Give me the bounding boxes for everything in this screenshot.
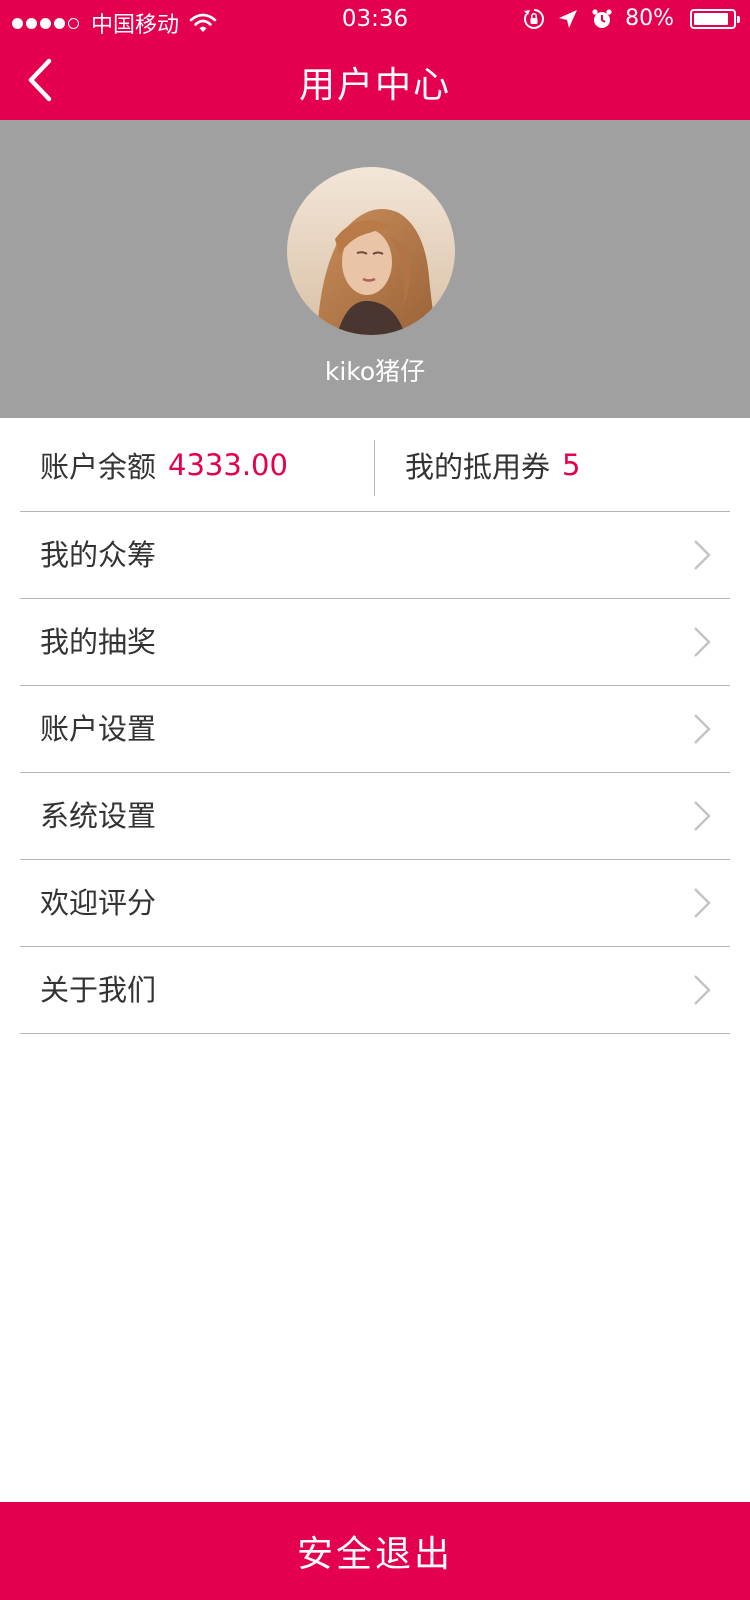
chevron-right-icon [694, 975, 711, 1005]
coupon-cell[interactable]: 我的抵用券 5 [405, 418, 580, 511]
menu-item-about-us[interactable]: 关于我们 [20, 947, 730, 1034]
username: kiko猪仔 [324, 357, 426, 386]
alarm-icon [592, 8, 612, 28]
avatar[interactable] [287, 167, 455, 335]
menu-item-rate-us[interactable]: 欢迎评分 [20, 860, 730, 947]
profile-header: kiko猪仔 [0, 120, 750, 418]
menu-item-label: 我的抽奖 [40, 625, 157, 659]
rotation-lock-icon [524, 8, 545, 29]
location-arrow-icon [559, 9, 578, 28]
page-title: 用户中心 [298, 65, 451, 106]
chevron-right-icon [694, 888, 711, 918]
menu-item-account-settings[interactable]: 账户设置 [20, 686, 730, 773]
menu-item-crowdfunding[interactable]: 我的众筹 [20, 512, 730, 599]
chevron-right-icon [694, 714, 711, 744]
coupon-value: 5 [562, 447, 581, 482]
top-bar: 中国移动 03:36 80% 用户中心 [0, 0, 750, 120]
balance-cell[interactable]: 账户余额 4333.00 [40, 418, 288, 511]
avatar-photo-icon [287, 167, 455, 335]
account-summary: 账户余额 4333.00 我的抵用券 5 [20, 418, 730, 512]
battery-icon [690, 8, 740, 29]
chevron-right-icon [694, 627, 711, 657]
vertical-divider [374, 440, 375, 496]
chevron-right-icon [694, 540, 711, 570]
battery-percent: 80% [625, 6, 674, 31]
balance-value: 4333.00 [168, 447, 288, 482]
balance-label: 账户余额 [40, 449, 157, 484]
coupon-label: 我的抵用券 [405, 449, 551, 484]
menu-item-label: 关于我们 [40, 973, 157, 1007]
menu-list: 我的众筹 我的抽奖 账户设置 系统设置 欢迎评分 关于我们 [20, 512, 730, 1034]
menu-item-label: 账户设置 [40, 712, 157, 746]
menu-item-lottery[interactable]: 我的抽奖 [20, 599, 730, 686]
menu-item-label: 系统设置 [40, 799, 157, 833]
menu-item-system-settings[interactable]: 系统设置 [20, 773, 730, 860]
menu-item-label: 欢迎评分 [40, 886, 157, 920]
status-right: 80% [523, 6, 740, 31]
nav-bar: 用户中心 [0, 40, 750, 120]
status-bar: 中国移动 03:36 80% [0, 0, 750, 40]
logout-button[interactable]: 安全退出 [0, 1502, 750, 1600]
menu-item-label: 我的众筹 [40, 538, 157, 572]
chevron-right-icon [694, 801, 711, 831]
